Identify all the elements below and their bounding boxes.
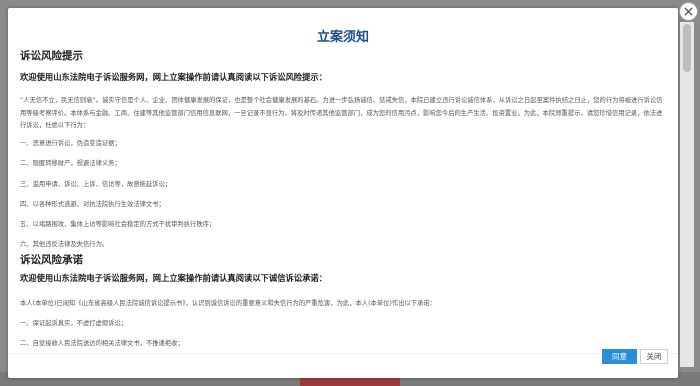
risk-warning-lead: 欢迎使用山东法院电子诉讼服务网，网上立案操作前请认真阅读以下诉讼风险提示：: [20, 72, 327, 82]
pledge-item: 二、自觉接收人民法院送达的相关法律文书，不推诿拒收；: [20, 340, 184, 347]
scrollbar-thumb[interactable]: [683, 24, 691, 72]
dialog-close-button[interactable]: ×: [679, 2, 698, 21]
pledge-heading: 诉讼风险承诺: [20, 254, 83, 266]
risk-item: 一、恶意进行诉讼，伪造变造证据；: [20, 140, 121, 147]
risk-item: 三、滥用申请、诉讼、上诉、信访等，故意拖延诉讼；: [20, 181, 172, 188]
risk-warning-paragraph: “人无信不立，民无信则衰”。诚实守信是个人、企业、团体健康发展的保证，也是整个社…: [20, 97, 663, 129]
agree-button[interactable]: 同意: [602, 349, 637, 364]
pledge-item: 一、保证起诉真实，不虚打虚假诉讼；: [20, 320, 128, 327]
footer-divider: [8, 353, 678, 354]
filing-notice-dialog: 立案须知 诉讼风险提示 欢迎使用山东法院电子诉讼服务网，网上立案操作前请认真阅读…: [8, 8, 678, 378]
risk-item: 二、隐匿转移财产，规避法律义务；: [20, 160, 121, 167]
pledge-paragraph: 本人(本单位)已阅知《山东省高级人民法院诚信诉讼提示书》，认识到诚信诉讼的重要意…: [20, 300, 436, 307]
vertical-scrollbar[interactable]: [680, 22, 694, 367]
dialog-title: 立案须知: [316, 30, 369, 45]
close-icon: ×: [682, 3, 695, 20]
risk-item: 四、以各种形式逃避、对抗法院执行生效法律文书；: [20, 201, 165, 208]
risk-item: 五、以堵路围攻、集体上访等影响社会稳定的方式干扰审判执行秩序；: [20, 221, 216, 228]
risk-warning-heading: 诉讼风险提示: [20, 50, 83, 62]
risk-item: 六、其他违反法律及失信行为。: [20, 241, 109, 248]
close-button[interactable]: 关闭: [640, 349, 668, 364]
pledge-lead: 欢迎使用山东法院电子诉讼服务网，网上立案操作前请认真阅读以下诚信诉讼承诺：: [20, 273, 327, 283]
